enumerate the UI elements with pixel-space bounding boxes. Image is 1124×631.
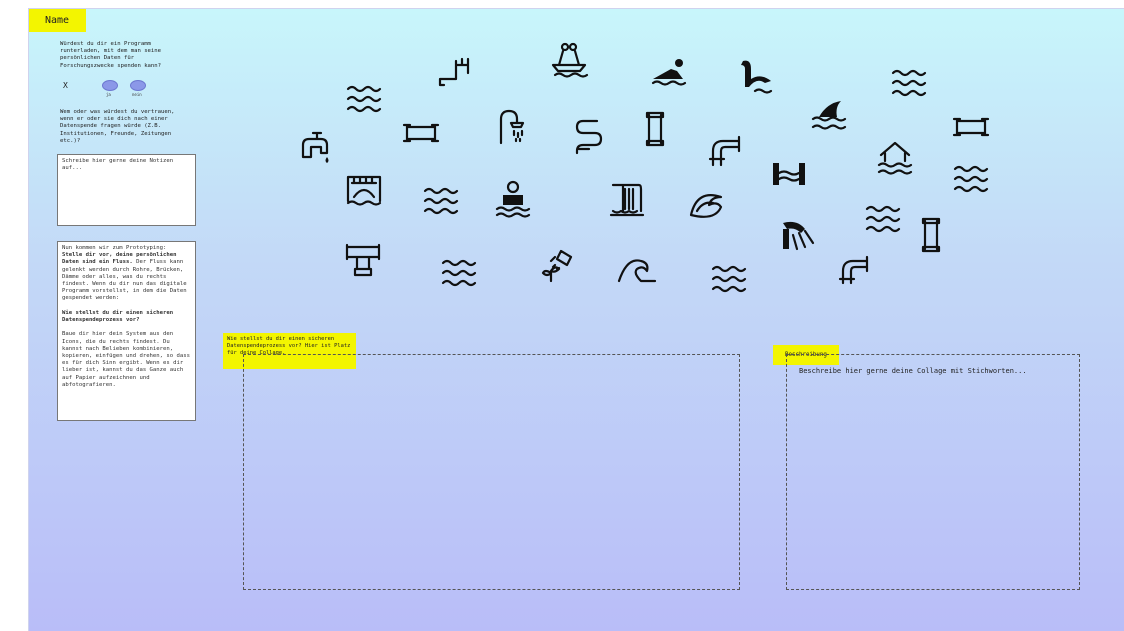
pipe-icon[interactable] <box>838 247 879 287</box>
boat-icon[interactable] <box>549 41 589 81</box>
dam-icon[interactable] <box>769 153 809 193</box>
waves-icon[interactable] <box>344 79 384 119</box>
pipe-icon[interactable] <box>705 129 745 169</box>
waves-icon[interactable] <box>951 159 991 199</box>
wave-icon[interactable] <box>617 251 657 291</box>
waves-icon[interactable] <box>439 253 479 293</box>
radio-ja-label: ja <box>106 92 111 97</box>
radio-ja[interactable] <box>102 80 118 91</box>
instructions-river-text: Der Fluss kann gelenkt werden durch Rohr… <box>62 259 187 302</box>
instructions-box: Nun kommen wir zum Prototyping: Stelle d… <box>57 241 196 421</box>
instructions-build-text: Baue dir hier dein System aus den Icons,… <box>62 331 190 388</box>
radio-nein-label: nein <box>132 92 142 97</box>
waves-icon[interactable] <box>709 259 749 299</box>
flooded-house-icon[interactable] <box>875 137 915 177</box>
shark-fin-icon[interactable] <box>809 95 849 135</box>
pipe-icon[interactable] <box>434 53 474 93</box>
notes-placeholder: Schreibe hier gerne deine Notizen auf... <box>62 158 174 172</box>
notes-box[interactable]: Schreibe hier gerne deine Notizen auf... <box>57 154 196 226</box>
pipe-icon[interactable] <box>951 107 991 147</box>
diver-icon[interactable] <box>493 179 533 219</box>
question-trust: Wem oder was würdest du vertrauen, wenn … <box>60 109 175 144</box>
watermill-icon[interactable] <box>777 215 817 255</box>
pipe-icon[interactable] <box>401 113 441 153</box>
shower-icon[interactable] <box>491 107 531 147</box>
tap-icon[interactable] <box>299 127 339 167</box>
name-sticky-note[interactable]: Name <box>29 9 86 32</box>
collage-area[interactable] <box>243 354 740 590</box>
waves-icon[interactable] <box>863 199 903 239</box>
instructions-bold-question: Wie stellst du dir einen sicheren Datens… <box>62 309 174 324</box>
pipe-icon[interactable] <box>635 109 675 149</box>
bridge-icon[interactable] <box>344 169 384 209</box>
watering-can-icon[interactable] <box>539 245 579 285</box>
wave-swirl-icon[interactable] <box>687 185 727 225</box>
name-label: Name <box>45 15 70 26</box>
pipe-valve-icon[interactable] <box>343 239 383 279</box>
waves-icon[interactable] <box>421 181 461 221</box>
waves-icon[interactable] <box>889 63 929 103</box>
swimmer-icon[interactable] <box>649 51 689 91</box>
description-placeholder: Beschreibe hier gerne deine Collage mit … <box>799 367 1027 375</box>
sea-monster-icon[interactable] <box>737 55 777 95</box>
question-download: Würdest du dir ein Programm runterladen,… <box>60 41 162 69</box>
waterfall-icon[interactable] <box>607 181 647 221</box>
instructions-intro: Nun kommen wir zum Prototyping: <box>62 245 167 251</box>
description-area[interactable]: Beschreibe hier gerne deine Collage mit … <box>786 354 1080 590</box>
radio-nein[interactable] <box>130 80 146 91</box>
pipe-icon[interactable] <box>569 117 609 157</box>
pipe-icon[interactable] <box>911 215 951 255</box>
answer-x-mark: X <box>63 81 68 90</box>
whiteboard[interactable]: Name Würdest du dir ein Programm runterl… <box>28 8 1124 631</box>
collage-note-text: Wie stellst du dir einen sicheren Datens… <box>227 336 351 356</box>
instructions-text: Nun kommen wir zum Prototyping: Stelle d… <box>58 242 195 392</box>
